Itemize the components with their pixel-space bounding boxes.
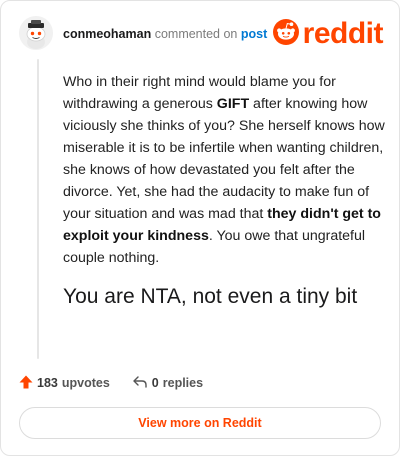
avatar-snoo-icon[interactable]: [19, 16, 53, 50]
post-link[interactable]: post: [241, 27, 267, 41]
comment-bold-segment: GIFT: [216, 96, 250, 112]
upvote-button[interactable]: 183 upvotes: [19, 375, 110, 392]
comment-heading: You are NTA, not even a tiny bit: [63, 285, 358, 308]
replies-button[interactable]: 0 replies: [132, 375, 203, 392]
comment-text-segment: after knowing how viciously she thinks o…: [63, 96, 385, 222]
reply-icon: [132, 375, 148, 392]
comment-card: conmeohaman commented on post reddit Who…: [0, 0, 400, 456]
comment-header: conmeohaman commented on post reddit: [19, 15, 384, 55]
view-more-button[interactable]: View more on Reddit: [19, 407, 381, 439]
thread-line[interactable]: [37, 59, 39, 359]
reply-label: replies: [162, 376, 204, 390]
comment-actions: 183 upvotes 0 replies: [19, 373, 203, 393]
reddit-logo[interactable]: reddit: [272, 17, 384, 50]
comment-byline: conmeohaman commented on post: [63, 27, 267, 41]
byline-action: commented on: [154, 27, 238, 41]
comment-body: Who in their right mind would blame you …: [63, 71, 385, 269]
reply-count: 0: [151, 376, 159, 390]
reddit-logo-icon: [272, 18, 299, 50]
reddit-wordmark: reddit: [302, 17, 384, 50]
upvote-arrow-icon: [19, 375, 33, 392]
upvote-count: 183: [37, 376, 58, 390]
username[interactable]: conmeohaman: [63, 27, 151, 41]
upvote-label: upvotes: [61, 376, 110, 390]
